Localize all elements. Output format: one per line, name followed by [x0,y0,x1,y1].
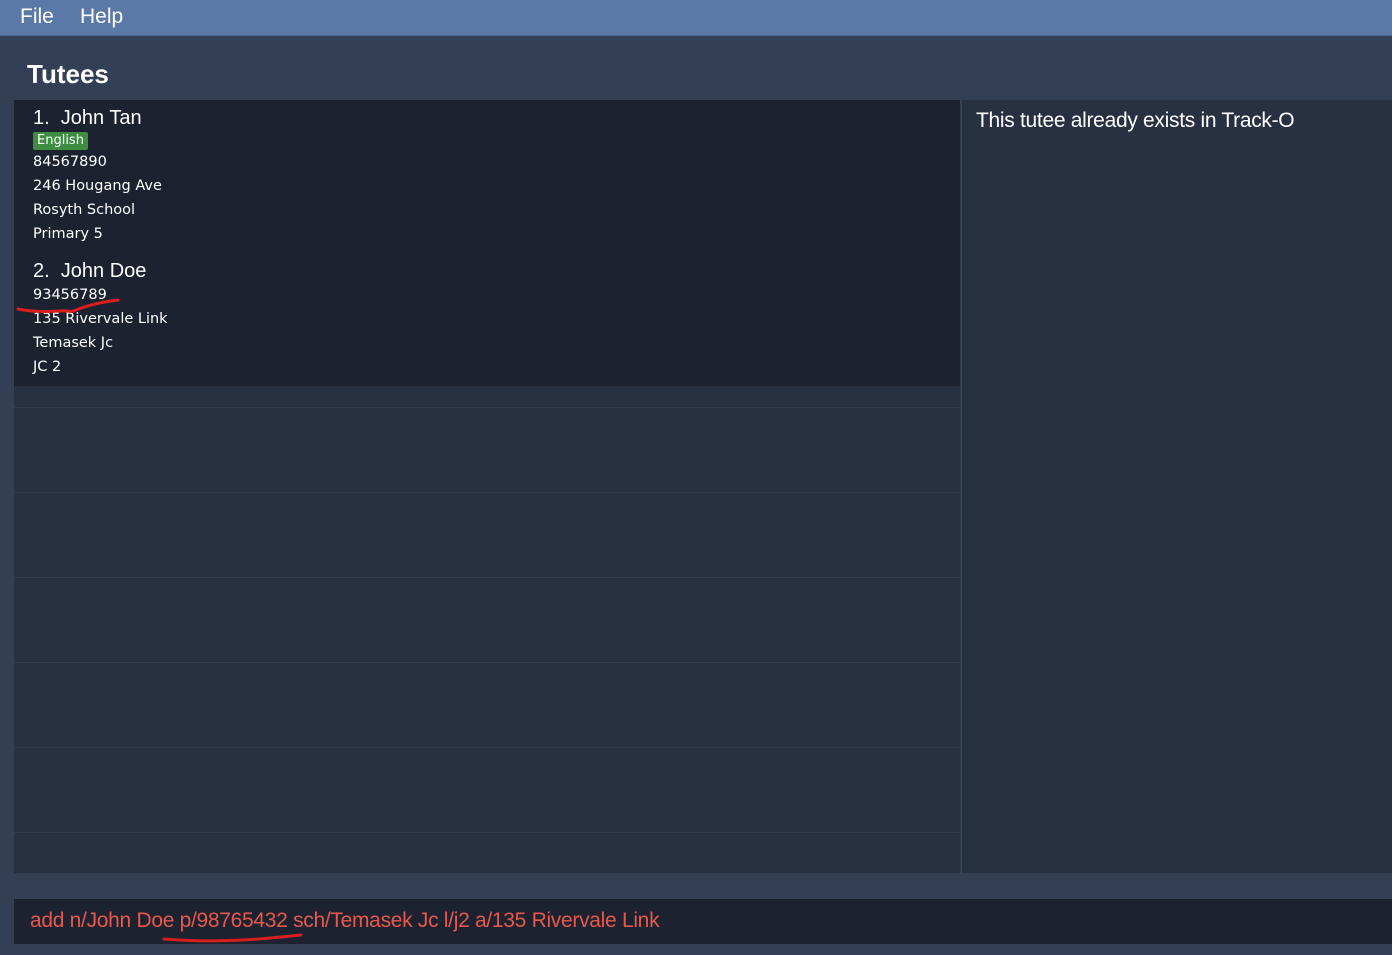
result-display: This tutee already exists in Track-O [961,100,1392,873]
list-row-empty [14,407,960,492]
list-row-empty [14,747,960,832]
tutee-list[interactable]: 1. John Tan English 84567890 246 Hougang… [14,100,960,873]
list-row-empty [14,577,960,662]
tutee-school: Rosyth School [33,202,136,218]
tutee-name: 1. John Tan [33,107,142,129]
tutee-level: Primary 5 [33,226,103,242]
list-row-empty [14,662,960,747]
list-row-empty [14,492,960,577]
tutee-name: 2. John Doe [33,260,147,282]
command-input[interactable]: add n/John Doe p/98765432 sch/Temasek Jc… [30,909,660,933]
tutee-phone: 93456789 [33,287,107,303]
tutee-card[interactable]: 2. John Doe 93456789 135 Rivervale Link … [14,253,960,386]
tutee-address: 135 Rivervale Link [33,311,168,327]
menu-bar: File Help [0,0,1392,36]
tutee-level: JC 2 [33,359,62,375]
menu-file[interactable]: File [20,5,54,29]
tutee-school: Temasek Jc [33,335,114,351]
result-message: This tutee already exists in Track-O [976,109,1295,132]
tutee-address: 246 Hougang Ave [33,178,162,194]
panel-title: Tutees [27,59,109,89]
list-row-empty [14,832,960,873]
tutee-phone: 84567890 [33,154,107,170]
subject-tag: English [33,132,88,150]
command-box[interactable]: add n/John Doe p/98765432 sch/Temasek Jc… [14,899,1392,944]
tutee-card[interactable]: 1. John Tan English 84567890 246 Hougang… [14,100,960,253]
menu-help[interactable]: Help [80,5,123,29]
